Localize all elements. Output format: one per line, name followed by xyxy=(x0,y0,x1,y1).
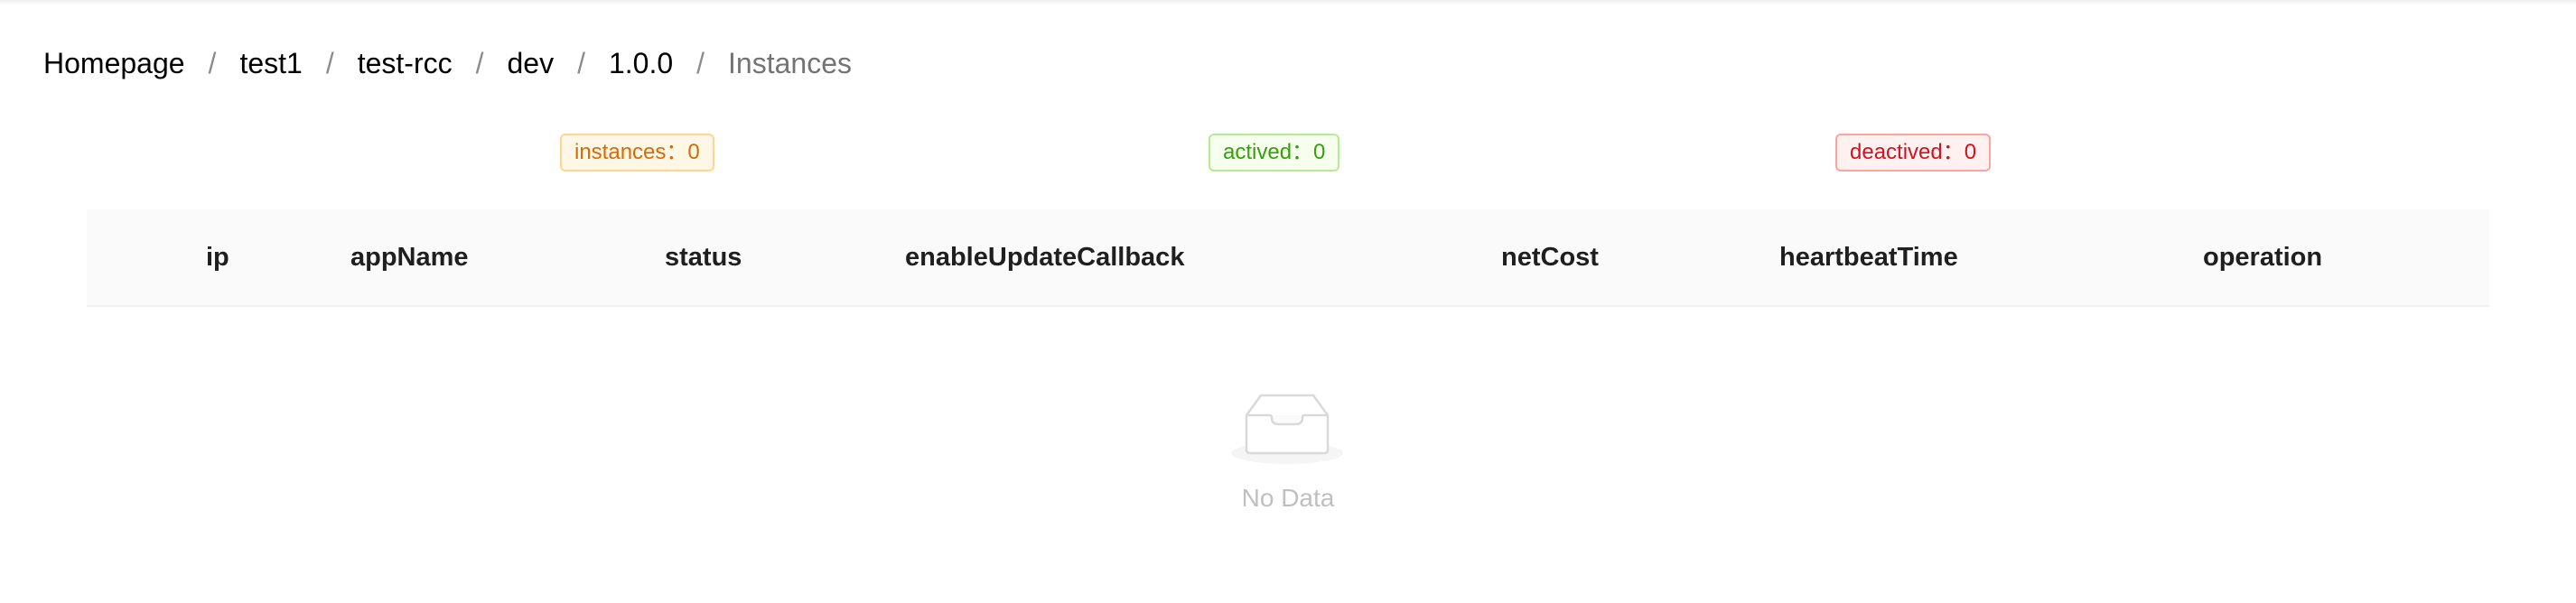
breadcrumb-version[interactable]: 1.0.0 xyxy=(609,47,673,80)
empty-state-text: No Data xyxy=(1241,484,1335,512)
table-header: ip appName status enableUpdateCallback n… xyxy=(87,209,2489,307)
actived-count-tag: actived：0 xyxy=(1209,134,1340,172)
breadcrumb-separator: / xyxy=(325,46,334,79)
breadcrumb-homepage[interactable]: Homepage xyxy=(43,47,185,80)
column-header-enableupdatecallback: enableUpdateCallback xyxy=(905,243,1185,272)
column-header-ip: ip xyxy=(206,243,229,272)
breadcrumb-current-instances: Instances xyxy=(728,46,852,79)
column-header-heartbeattime: heartbeatTime xyxy=(1779,243,1958,272)
breadcrumb-app[interactable]: test-rcc xyxy=(358,47,453,80)
breadcrumb-env[interactable]: dev xyxy=(507,47,554,80)
column-header-netcost: netCost xyxy=(1501,243,1599,272)
breadcrumb-cluster[interactable]: test1 xyxy=(239,47,302,80)
instances-count-tag: instances：0 xyxy=(560,134,714,172)
breadcrumb-separator: / xyxy=(577,46,585,79)
instances-table: ip appName status enableUpdateCallback n… xyxy=(87,209,2489,307)
breadcrumb-separator: / xyxy=(696,46,705,79)
breadcrumb-separator: / xyxy=(475,46,484,79)
top-shadow xyxy=(0,0,2576,5)
column-header-status: status xyxy=(665,243,742,272)
breadcrumb: Homepage / test1 / test-rcc / dev / 1.0.… xyxy=(43,43,852,83)
empty-inbox-icon xyxy=(1231,394,1343,464)
column-header-operation: operation xyxy=(2203,243,2323,272)
column-header-appname: appName xyxy=(350,243,469,272)
deactived-count-tag: deactived：0 xyxy=(1835,134,1992,172)
breadcrumb-separator: / xyxy=(208,46,217,79)
empty-state: No Data xyxy=(87,388,2489,524)
